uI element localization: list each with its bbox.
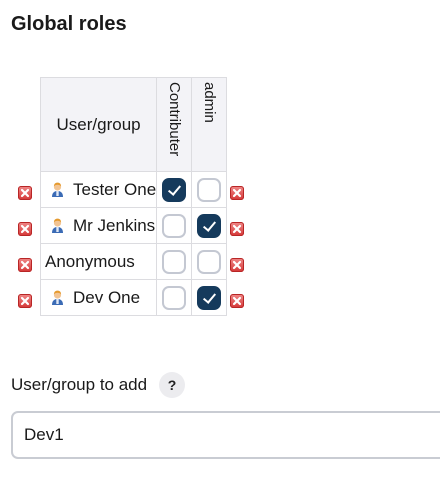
user-row: Dev One [39,279,228,316]
user-group-column-header: User/group [39,77,158,172]
section-title: Global roles [11,13,127,35]
remove-user-button-right[interactable] [230,222,244,236]
user-row: Anonymous [39,243,228,280]
help-button[interactable]: ? [159,372,185,398]
role-checkbox-contributer[interactable] [162,285,187,310]
user-cell: Tester One [39,171,158,208]
role-cell [156,243,193,280]
role-cell [156,171,193,208]
role-label: admin [201,82,219,123]
roles-matrix: User/group Contributer admin Tester One M… [39,77,228,316]
user-cell: Anonymous [39,243,158,280]
role-label: Contributer [166,82,184,157]
role-checkbox-admin[interactable] [197,177,222,202]
role-checkbox-admin[interactable] [197,285,222,310]
role-header-admin: admin [191,77,228,172]
user-group-to-add-input[interactable] [11,411,440,459]
user-name: Tester One [73,179,157,199]
role-checkbox-admin[interactable] [197,249,222,274]
role-checkbox-contributer[interactable] [162,249,187,274]
role-cell [191,207,228,244]
role-checkbox-contributer[interactable] [162,213,187,238]
role-checkbox-admin[interactable] [197,213,222,238]
role-cell [191,279,228,316]
remove-user-button-left[interactable] [18,186,32,200]
remove-user-button-left[interactable] [18,294,32,308]
matrix-header-row: User/group Contributer admin [39,77,228,172]
role-cell [191,171,228,208]
remove-user-button-left[interactable] [18,222,32,236]
role-cell [156,279,193,316]
role-header-contributer: Contributer [156,77,193,172]
user-name: Anonymous [45,251,135,271]
role-checkbox-contributer[interactable] [162,177,187,202]
global-roles-page: Global roles User/group Contributer admi… [0,0,440,499]
remove-user-button-right[interactable] [230,294,244,308]
role-cell [156,207,193,244]
user-cell: Dev One [39,279,158,316]
remove-user-button-right[interactable] [230,258,244,272]
user-row: Tester One [39,171,228,208]
user-icon [51,182,64,197]
role-cell [191,243,228,280]
user-cell: Mr Jenkins [39,207,158,244]
user-icon [51,218,64,233]
remove-user-button-left[interactable] [18,258,32,272]
user-group-to-add-label: User/group to add [11,375,148,394]
user-name: Mr Jenkins [73,215,156,235]
user-name: Dev One [73,287,141,307]
user-row: Mr Jenkins [39,207,228,244]
remove-user-button-right[interactable] [230,186,244,200]
user-icon [51,290,64,305]
